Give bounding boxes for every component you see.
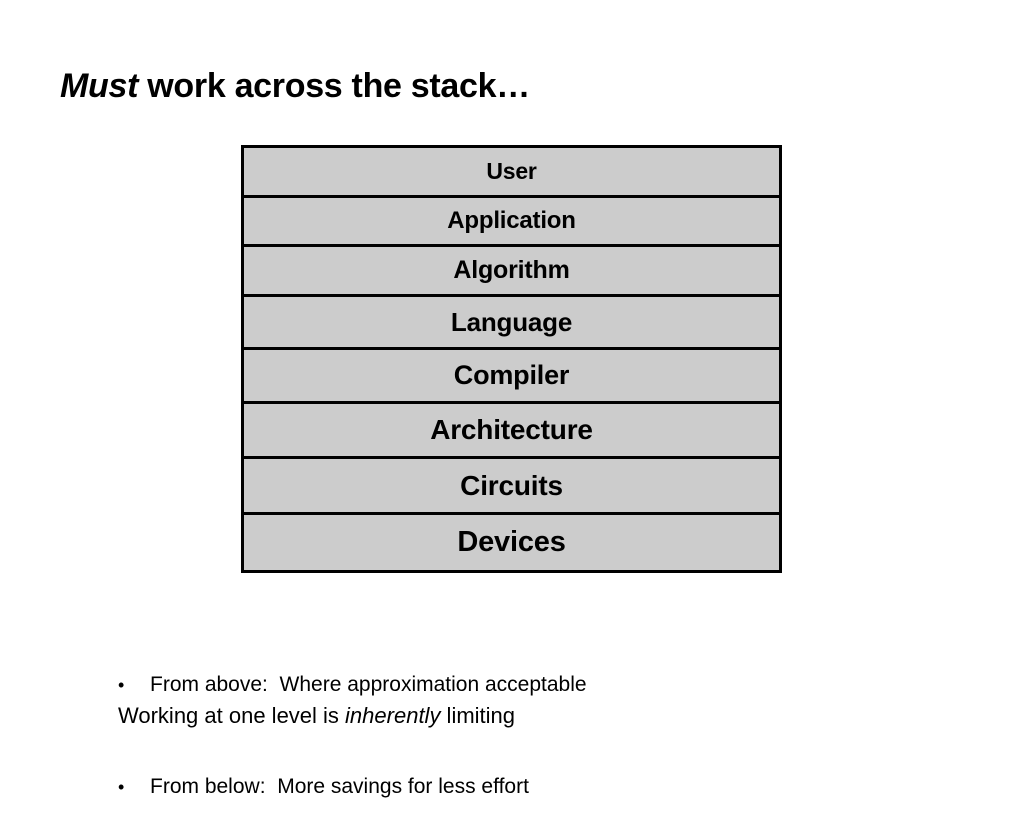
page-title: Must work across the stack…: [60, 67, 530, 105]
stack-layer-label: Devices: [457, 526, 566, 558]
stack-layer-compiler: Compiler: [244, 350, 779, 404]
bullet-icon: •: [118, 675, 125, 695]
stack-layer-label: Language: [450, 306, 573, 337]
footer-note-before: Working at one level is: [118, 703, 346, 728]
stack-layer-circuits: Circuits: [244, 459, 779, 515]
computing-stack-diagram: User Application Algorithm Language Comp…: [241, 145, 782, 573]
stack-layer-devices: Devices: [244, 515, 779, 573]
stack-layer-algorithm: Algorithm: [244, 247, 779, 297]
list-item-label: From below: More savings for less effort: [150, 775, 529, 798]
list-item: • From above: Where approximation accept…: [118, 668, 587, 702]
list-item: • From below: More savings for less effo…: [118, 770, 587, 804]
stack-layer-language: Language: [244, 297, 779, 350]
bullet-icon: •: [118, 777, 125, 797]
footer-note: Working at one level is inherently limit…: [118, 701, 515, 731]
page-title-emphasis: Must: [60, 67, 139, 105]
stack-layer-label: Application: [447, 207, 576, 234]
stack-layer-label: Algorithm: [453, 256, 570, 284]
stack-layer-architecture: Architecture: [244, 404, 779, 459]
list-item-label: From above: Where approximation acceptab…: [150, 673, 587, 696]
footer-note-emphasis: inherently: [345, 703, 441, 728]
stack-layer-user: User: [244, 148, 779, 198]
stack-layer-application: Application: [244, 198, 779, 247]
stack-layer-label: Architecture: [430, 414, 593, 445]
stack-layer-label: Compiler: [453, 360, 570, 390]
footer-note-after: limiting: [440, 703, 516, 728]
stack-layer-label: Circuits: [460, 469, 563, 501]
stack-layer-label: User: [486, 158, 537, 184]
page-title-rest: work across the stack…: [138, 67, 530, 105]
